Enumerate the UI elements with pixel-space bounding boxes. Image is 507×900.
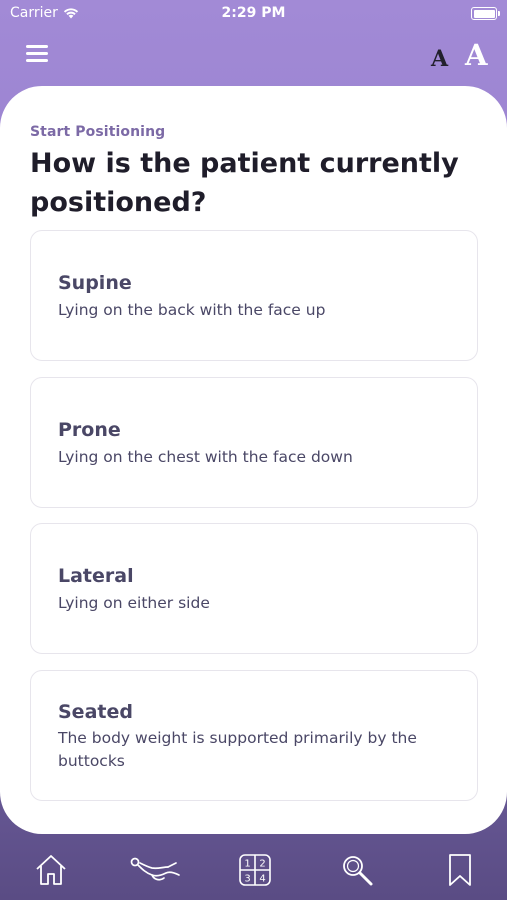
section-eyebrow: Start Positioning — [30, 124, 166, 140]
bottom-tab-bar: 1 2 3 4 — [0, 834, 507, 900]
tab-home[interactable] — [31, 850, 71, 890]
grid-numbers-icon: 1 2 3 4 — [239, 854, 271, 886]
bookmark-icon — [449, 854, 471, 886]
tab-search[interactable] — [337, 850, 377, 890]
search-icon — [343, 856, 373, 886]
option-description: Lying on the back with the face up — [58, 301, 326, 319]
hamburger-icon-bar — [26, 45, 48, 48]
option-supine[interactable]: Supine Lying on the back with the face u… — [30, 230, 478, 361]
content-card: Start Positioning How is the patient cur… — [0, 86, 507, 834]
grid-digit: 2 — [259, 859, 265, 870]
option-title: Prone — [58, 419, 121, 441]
menu-button[interactable] — [26, 45, 48, 65]
patient-position-icon — [130, 857, 180, 881]
tab-bookmarks[interactable] — [440, 850, 480, 890]
option-description: Lying on either side — [58, 594, 210, 612]
status-time: 2:29 PM — [221, 5, 286, 21]
option-lateral[interactable]: Lateral Lying on either side — [30, 523, 478, 654]
grid-digit: 4 — [259, 874, 265, 885]
grid-digit: 1 — [244, 859, 250, 870]
hamburger-icon-bar — [26, 52, 48, 55]
tab-grid[interactable]: 1 2 3 4 — [235, 850, 275, 890]
battery-icon — [471, 7, 500, 20]
option-description: Lying on the chest with the face down — [58, 448, 353, 466]
question-title: How is the patient currently positioned? — [30, 148, 459, 218]
option-description: The body weight is supported primarily b… — [58, 729, 417, 770]
option-title: Lateral — [58, 565, 134, 587]
hamburger-icon-bar — [26, 59, 48, 62]
home-icon — [36, 855, 66, 885]
status-bar: Carrier 2:29 PM — [0, 0, 507, 28]
tab-positioning[interactable] — [130, 850, 182, 890]
battery-level — [473, 9, 495, 18]
option-prone[interactable]: Prone Lying on the chest with the face d… — [30, 377, 478, 508]
grid-digit: 3 — [244, 874, 250, 885]
option-seated[interactable]: Seated The body weight is supported prim… — [30, 670, 478, 801]
option-title: Supine — [58, 272, 132, 294]
increase-font-button[interactable]: A — [465, 38, 488, 72]
decrease-font-button[interactable]: A — [431, 46, 448, 72]
option-title: Seated — [58, 701, 133, 723]
